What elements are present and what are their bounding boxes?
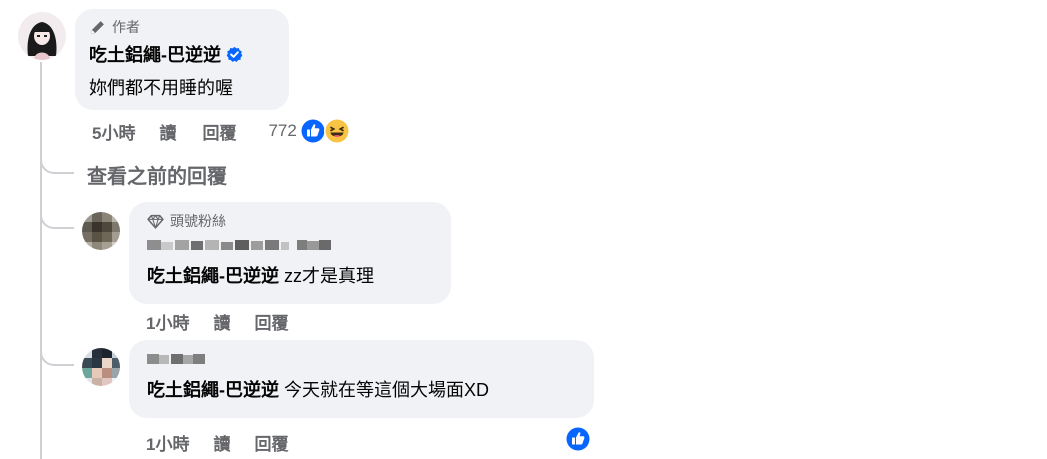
- thread-line: [40, 62, 42, 459]
- reply-button[interactable]: 回覆: [202, 119, 236, 144]
- comment-text: 吃土鋁繩-巴逆逆 今天就在等這個大場面XD: [147, 376, 576, 402]
- comment-text: 吃土鋁繩-巴逆逆 zz才是真理: [147, 262, 433, 288]
- comment-timestamp[interactable]: 1小時: [146, 309, 189, 334]
- reaction-count[interactable]: 772: [268, 121, 296, 141]
- avatar-pixelated: [82, 212, 120, 250]
- comment-text: 妳們都不用睡的喔: [89, 78, 233, 98]
- comment-actions: 1小時 讀 回覆: [146, 430, 288, 454]
- comment-bubble: 作者 吃土鋁繩-巴逆逆 妳們都不用睡的喔: [75, 9, 289, 110]
- read-button[interactable]: 讀: [213, 309, 230, 334]
- read-button[interactable]: 讀: [213, 430, 230, 455]
- pen-icon: [91, 20, 104, 34]
- avatar[interactable]: [18, 12, 66, 60]
- comment-body: zz才是真理: [279, 266, 375, 286]
- thread-branch-reply-1: [40, 205, 74, 229]
- like-icon: [565, 426, 591, 452]
- comment-timestamp[interactable]: 1小時: [146, 430, 189, 455]
- reactions-summary[interactable]: [564, 425, 592, 458]
- badge-label: 作者: [112, 19, 140, 35]
- mention-tag[interactable]: 吃土鋁繩-巴逆逆: [147, 380, 279, 400]
- pixelated-name: [147, 354, 205, 364]
- thread-branch-view-previous: [40, 150, 74, 174]
- comment-timestamp[interactable]: 5小時: [92, 119, 135, 144]
- diamond-icon: [147, 214, 164, 229]
- verified-badge-icon: [226, 46, 243, 62]
- view-previous-replies-link[interactable]: 查看之前的回覆: [87, 160, 227, 189]
- avatar[interactable]: [82, 212, 120, 250]
- reply-button[interactable]: 回覆: [254, 430, 288, 455]
- commenter-name-pixelated[interactable]: [147, 352, 576, 366]
- author-badge: 作者: [89, 18, 275, 36]
- comment-bubble: 吃土鋁繩-巴逆逆 今天就在等這個大場面XD: [129, 340, 594, 418]
- mention-tag[interactable]: 吃土鋁繩-巴逆逆: [147, 266, 279, 286]
- avatar-pixelated: [82, 348, 120, 386]
- pixelated-name: [147, 240, 331, 250]
- reply-button[interactable]: 回覆: [254, 309, 288, 334]
- haha-icon: [323, 118, 350, 144]
- thread-branch-reply-2: [40, 342, 74, 366]
- comment-actions: 1小時 讀 回覆: [146, 309, 288, 333]
- comment-bubble: 頭號粉絲 吃土鋁繩-巴逆逆 zz才是真理: [129, 202, 451, 304]
- comment-actions: 5小時 讀 回覆 772: [92, 118, 351, 144]
- commenter-name[interactable]: 吃土鋁繩-巴逆逆: [89, 41, 221, 67]
- avatar[interactable]: [82, 348, 120, 386]
- badge-label: 頭號粉絲: [170, 213, 226, 229]
- avatar-illustration: [18, 12, 66, 60]
- commenter-name-pixelated[interactable]: [147, 238, 433, 252]
- read-button[interactable]: 讀: [159, 119, 176, 144]
- comment-body: 今天就在等這個大場面XD: [279, 380, 490, 400]
- top-fan-badge: 頭號粉絲: [147, 212, 433, 230]
- reactions-summary[interactable]: [299, 117, 351, 145]
